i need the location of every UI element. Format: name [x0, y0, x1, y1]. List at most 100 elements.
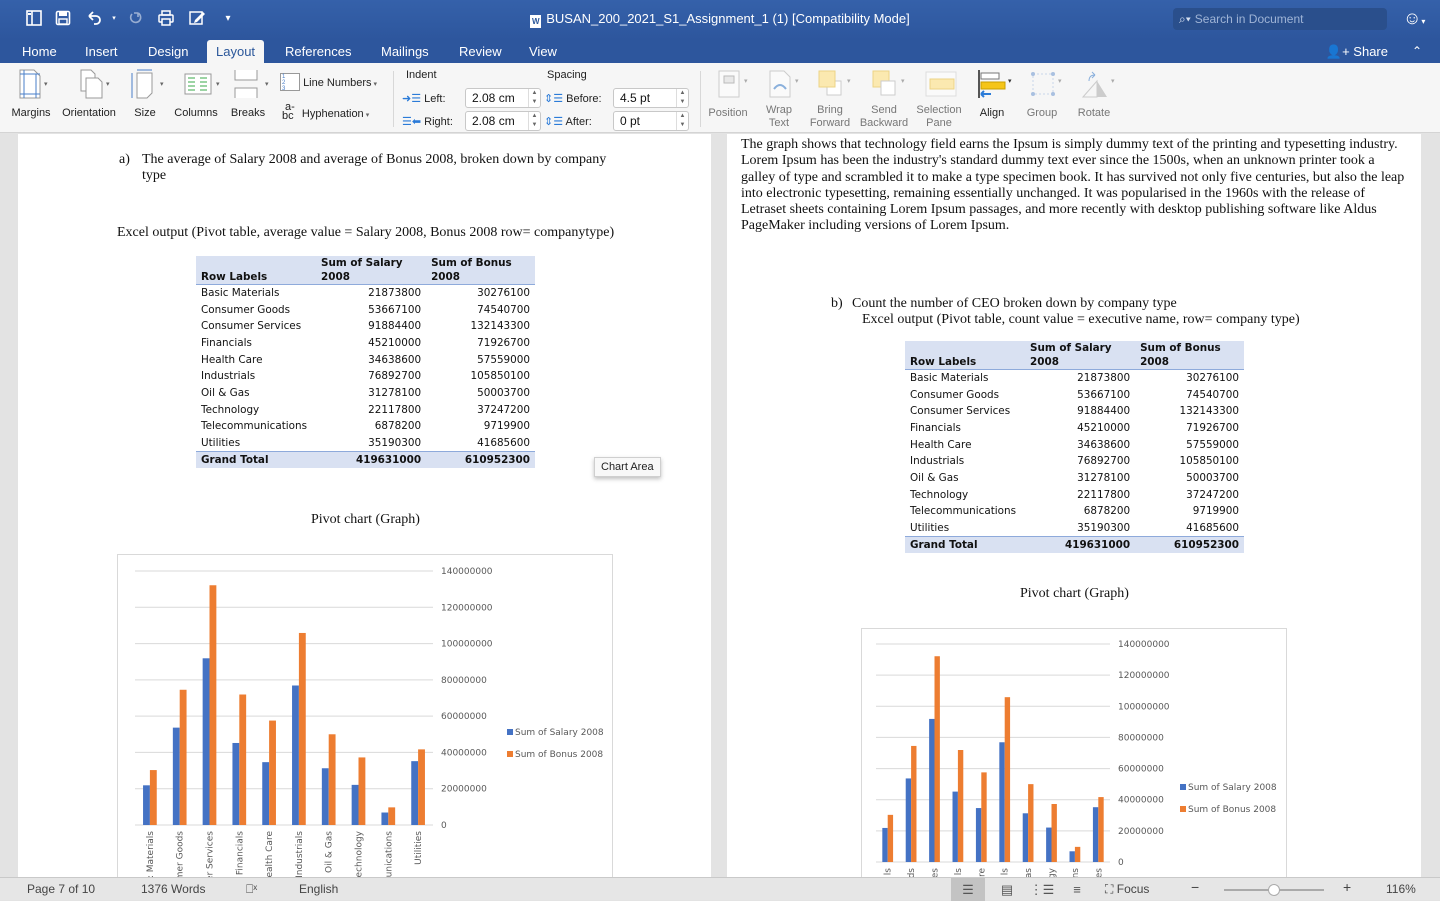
zoom-slider-thumb[interactable]	[1268, 884, 1280, 896]
x-tick-label: ls	[884, 868, 894, 876]
feedback-smiley-icon[interactable]: ☺▾	[1403, 8, 1425, 29]
page-left[interactable]: a) The average of Salary 2008 and averag…	[18, 134, 711, 877]
item-a-text: The average of Salary 2008 and average o…	[142, 152, 607, 184]
pivot-row[interactable]: Technology 22117800 37247200	[905, 486, 1244, 503]
align-button[interactable]: ▾ Align	[972, 69, 1012, 120]
pivot-row[interactable]: Basic Materials 21873800 30276100	[905, 370, 1244, 387]
page-indicator[interactable]: Page 7 of 10	[27, 882, 95, 897]
tab-design[interactable]: Design	[139, 40, 197, 63]
pivot-row[interactable]: Telecommunications 6878200 9719900	[905, 503, 1244, 520]
value-cell: 21873800	[1077, 372, 1131, 385]
pivot-row[interactable]: Consumer Services 91884400 132143300	[196, 318, 535, 335]
pivot-row[interactable]: Consumer Services 91884400 132143300	[905, 403, 1244, 420]
value-cell: 76892700	[368, 370, 422, 383]
breaks-icon: ▾	[231, 69, 269, 99]
spacing-after-stepper[interactable]: ▲ ▼	[676, 112, 688, 130]
pivot-row[interactable]: Financials 45210000 71926700	[196, 335, 535, 352]
pivot-row[interactable]: Industrials 76892700 105850100	[905, 453, 1244, 470]
pivot-row[interactable]: Oil & Gas 31278100 50003700	[905, 470, 1244, 487]
tab-layout[interactable]: Layout	[207, 40, 265, 63]
word-count[interactable]: 1376 Words	[141, 882, 205, 897]
columns-button[interactable]: ▾ Columns	[172, 69, 220, 120]
pivot-row[interactable]: Industrials 76892700 105850100	[196, 368, 535, 385]
breaks-button[interactable]: ▾ Breaks	[228, 69, 269, 120]
pivot-chart[interactable]: 0 20000000 40000000 60000000 80000000 1000000…	[117, 554, 613, 877]
pivot-row[interactable]: Health Care 34638600 57559000	[196, 351, 535, 368]
row-label-cell: Financials	[201, 336, 252, 349]
hyphenation-icon: a-bc	[282, 101, 295, 122]
hyphenation-button[interactable]: a-bc Hyphenation ▾	[282, 101, 369, 122]
pivot-chart-title: Pivot chart (Graph)	[311, 512, 420, 527]
zoom-level[interactable]: 116%	[1386, 882, 1416, 897]
pivot-row[interactable]: Utilities 35190300 41685600	[196, 435, 535, 452]
line-numbers-button[interactable]: 123 Line Numbers ▾	[280, 73, 377, 92]
pivot-row[interactable]: Financials 45210000 71926700	[905, 420, 1244, 437]
x-tick-label: ds	[907, 868, 917, 877]
search-in-document-input[interactable]: ⌕▾ Search in Document	[1173, 8, 1387, 30]
value-cell: 31278100	[368, 386, 422, 399]
proofing-icon[interactable]: ⎕ˣ	[246, 882, 257, 897]
spacing-before-label: ⇕☰ Before:	[544, 93, 602, 105]
bar-bonus	[934, 656, 940, 862]
pivot-row[interactable]: Health Care 34638600 57559000	[905, 436, 1244, 453]
x-tick-label: ls	[954, 868, 964, 876]
outline-view-button[interactable]: ⋮☰	[1025, 878, 1059, 901]
spacing-heading: Spacing	[547, 69, 587, 81]
spacing-after-input[interactable]: 0 pt ▲ ▼	[613, 111, 689, 131]
group-button[interactable]: ▾ Group	[1022, 69, 1062, 120]
indent-right-stepper[interactable]: ▲ ▼	[528, 112, 540, 130]
tab-review[interactable]: Review	[450, 40, 511, 63]
indent-left-stepper[interactable]: ▲ ▼	[528, 89, 540, 107]
pivot-row[interactable]: Consumer Goods 53667100 74540700	[905, 386, 1244, 403]
indent-right-input[interactable]: 2.08 cm ▲ ▼	[465, 111, 541, 131]
spacing-before-stepper[interactable]: ▲ ▼	[676, 89, 688, 107]
value-cell: 41685600	[1186, 521, 1239, 534]
y-tick-label: 0	[1118, 858, 1124, 868]
pivot-row[interactable]: Basic Materials 21873800 30276100	[196, 285, 535, 302]
margins-button[interactable]: ▾ Margins	[8, 69, 54, 120]
zoom-slider[interactable]	[1224, 884, 1324, 896]
draft-view-button[interactable]: ≡	[1060, 878, 1094, 901]
pivot-table[interactable]: Row Labels Sum of Salary 2008 Sum of Bonus 2…	[196, 256, 535, 469]
share-button[interactable]: 👤+ Share	[1326, 40, 1388, 63]
zoom-out-button[interactable]: −	[1191, 880, 1199, 895]
size-button[interactable]: ▾ Size	[128, 69, 164, 120]
tab-home[interactable]: Home	[13, 40, 66, 63]
selection-pane-button[interactable]: Selection Pane	[914, 69, 964, 130]
row-label-cell: Utilities	[910, 521, 950, 534]
pivot-row[interactable]: Utilities 35190300 41685600	[905, 520, 1244, 537]
indent-left-label: ➜☰ Left:	[402, 93, 446, 105]
grand-total-row[interactable]: Grand Total 419631000 610952300	[905, 535, 1244, 554]
tab-insert[interactable]: Insert	[76, 40, 127, 63]
wrap-text-button[interactable]: ▾ Wrap Text	[757, 69, 801, 130]
page-right[interactable]: The graph shows that technology field ea…	[727, 134, 1421, 877]
indent-left-input[interactable]: 2.08 cm ▲ ▼	[465, 88, 541, 108]
y-tick-label: 0	[441, 821, 447, 831]
tab-mailings[interactable]: Mailings	[372, 40, 438, 63]
pivot-row[interactable]: Oil & Gas 31278100 50003700	[196, 385, 535, 402]
pivot-row[interactable]: Consumer Goods 53667100 74540700	[196, 301, 535, 318]
svg-text:▾: ▾	[106, 81, 110, 88]
pivot-row[interactable]: Telecommunications 6878200 9719900	[196, 418, 535, 435]
tab-references[interactable]: References	[276, 40, 360, 63]
rotate-button[interactable]: ▾ Rotate	[1073, 69, 1115, 120]
collapse-ribbon-icon[interactable]: ⌃	[1412, 40, 1422, 63]
position-button[interactable]: ▾ Position	[705, 69, 751, 120]
send-backward-button[interactable]: ▾ Send Backward	[858, 69, 910, 130]
pivot-table[interactable]: Row Labels Sum of Salary 2008 Sum of Bonus 2…	[905, 341, 1244, 554]
zoom-in-button[interactable]: +	[1343, 880, 1351, 895]
print-layout-view-button[interactable]: ☰	[951, 878, 985, 901]
pivot-chart[interactable]: 0 20000000 40000000 60000000 80000000 1000000…	[861, 628, 1287, 877]
grand-total-row[interactable]: Grand Total 419631000 610952300	[196, 450, 535, 469]
bring-forward-button[interactable]: ▾ Bring Forward	[808, 69, 852, 130]
language-indicator[interactable]: English	[299, 882, 338, 897]
legend-swatch	[1180, 784, 1186, 790]
bar-bonus	[418, 749, 425, 825]
web-layout-view-button[interactable]: ▤	[990, 878, 1024, 901]
focus-mode-button[interactable]: ⛶ Focus	[1105, 882, 1149, 897]
orientation-button[interactable]: ▾ Orientation	[60, 69, 118, 120]
bar-bonus	[298, 632, 306, 825]
spacing-before-input[interactable]: 4.5 pt ▲ ▼	[613, 88, 689, 108]
pivot-row[interactable]: Technology 22117800 37247200	[196, 401, 535, 418]
tab-view[interactable]: View	[520, 40, 566, 63]
